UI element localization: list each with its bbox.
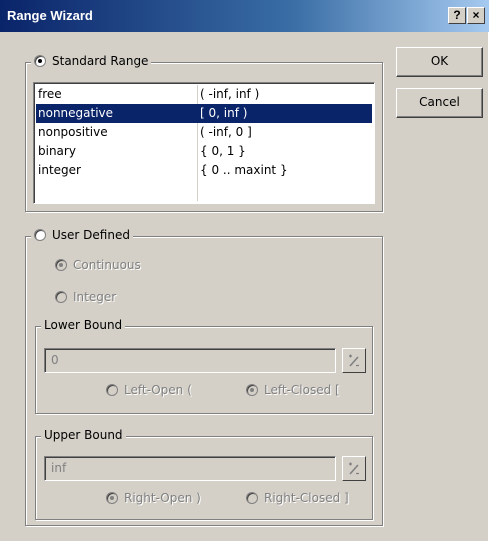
user-defined-radio[interactable]: User Defined	[31, 228, 133, 242]
standard-range-list[interactable]: free ( -inf, inf ) nonnegative [ 0, inf …	[33, 82, 375, 204]
upper-bound-picker-button[interactable]	[342, 456, 366, 481]
list-item[interactable]: nonpositive ( -inf, 0 ]	[36, 123, 372, 142]
range-name: free	[38, 87, 62, 101]
integer-radio[interactable]: Integer	[55, 290, 116, 304]
continuous-label: Continuous	[73, 258, 141, 272]
radio-icon[interactable]	[34, 229, 46, 241]
cancel-button[interactable]: Cancel	[396, 88, 483, 118]
right-open-radio[interactable]: Right-Open )	[106, 491, 201, 505]
range-value: ( -inf, inf )	[200, 87, 260, 101]
range-name: integer	[38, 163, 81, 177]
list-item[interactable]: free ( -inf, inf )	[36, 85, 372, 104]
range-value: { 0 .. maxint }	[200, 163, 288, 177]
upper-bound-input[interactable]: inf	[44, 456, 336, 481]
ok-button[interactable]: OK	[396, 47, 483, 77]
integer-label: Integer	[73, 290, 117, 304]
user-defined-label: User Defined	[52, 228, 130, 242]
upper-bound-legend: Upper Bound	[41, 428, 126, 442]
continuous-radio[interactable]: Continuous	[55, 258, 141, 272]
help-button[interactable]: ?	[448, 7, 466, 24]
radio-icon[interactable]	[55, 259, 67, 271]
range-wizard-dialog: Range Wizard ? × Standard Range free ( -…	[0, 0, 489, 541]
standard-range-radio[interactable]: Standard Range	[31, 54, 152, 68]
radio-icon[interactable]	[246, 492, 258, 504]
lower-bound-input[interactable]: 0	[44, 348, 336, 373]
range-value: [ 0, inf )	[200, 106, 248, 120]
left-closed-radio[interactable]: Left-Closed [	[246, 383, 340, 397]
radio-icon[interactable]	[106, 492, 118, 504]
help-icon: ?	[453, 8, 461, 22]
lower-bound-legend: Lower Bound	[41, 318, 126, 332]
right-closed-label: Right-Closed ]	[264, 491, 349, 505]
radio-icon[interactable]	[55, 291, 67, 303]
list-item[interactable]: integer { 0 .. maxint }	[36, 161, 372, 180]
radio-icon[interactable]	[34, 55, 46, 67]
left-closed-label: Left-Closed [	[264, 383, 340, 397]
list-item[interactable]: binary { 0, 1 }	[36, 142, 372, 161]
title-bar[interactable]: Range Wizard ? ×	[0, 0, 489, 32]
list-item-selected[interactable]: nonnegative [ 0, inf )	[36, 104, 372, 123]
standard-range-label: Standard Range	[52, 54, 149, 68]
left-open-radio[interactable]: Left-Open (	[106, 383, 192, 397]
right-closed-radio[interactable]: Right-Closed ]	[246, 491, 349, 505]
upper-bound-label: Upper Bound	[44, 428, 123, 442]
radio-icon[interactable]	[106, 384, 118, 396]
range-value: ( -inf, 0 ]	[200, 125, 252, 139]
lower-bound-label: Lower Bound	[44, 318, 123, 332]
close-icon: ×	[472, 8, 480, 22]
radio-icon[interactable]	[246, 384, 258, 396]
range-picker-icon	[349, 354, 359, 367]
range-name: nonpositive	[38, 125, 108, 139]
left-open-label: Left-Open (	[124, 383, 192, 397]
dialog-title: Range Wizard	[7, 8, 93, 23]
range-value: { 0, 1 }	[200, 144, 246, 158]
close-button[interactable]: ×	[467, 7, 485, 24]
range-picker-icon	[349, 462, 359, 475]
right-open-label: Right-Open )	[124, 491, 201, 505]
range-name: binary	[38, 144, 76, 158]
lower-bound-picker-button[interactable]	[342, 348, 366, 373]
range-name: nonnegative	[38, 106, 114, 120]
